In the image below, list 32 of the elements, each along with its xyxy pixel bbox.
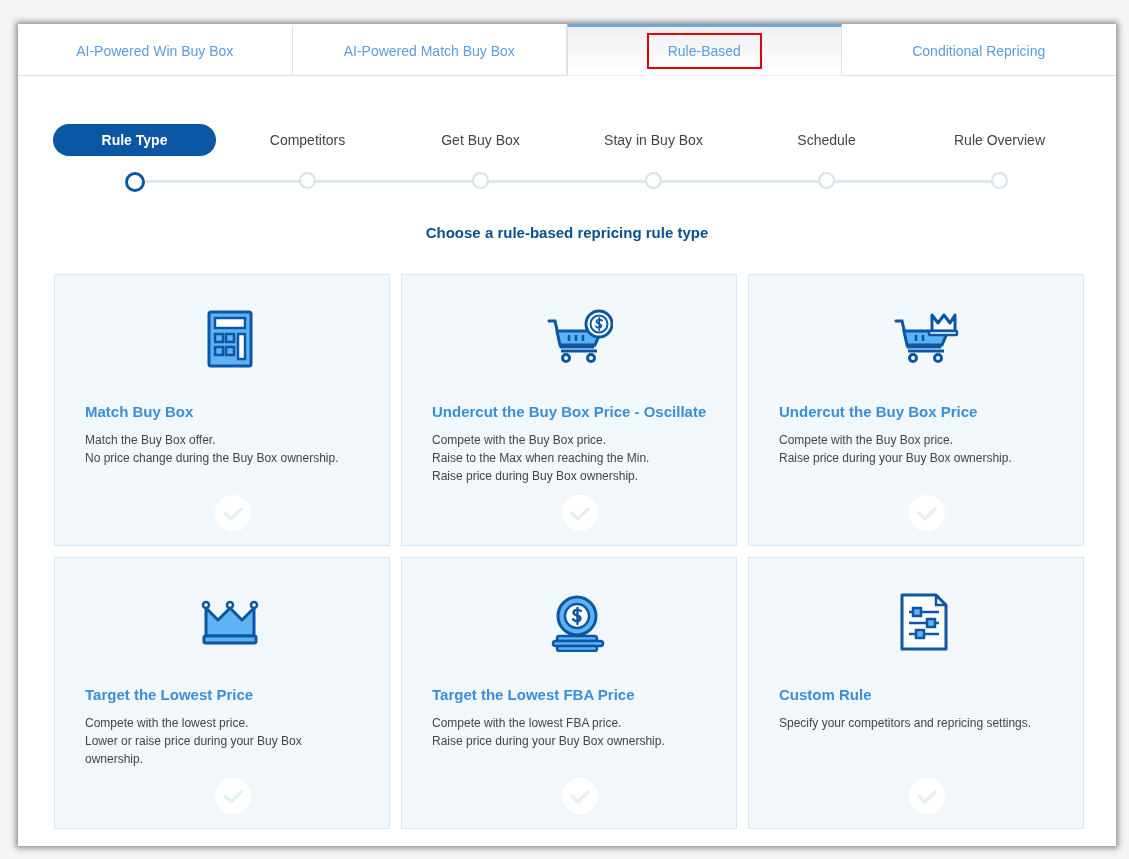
card-title: Match Buy Box	[85, 403, 195, 420]
rule-card[interactable]: Target the Lowest FBA Price Compete with the lowest FBA price. Raise price during your Buy Box ownership.	[401, 557, 737, 829]
rule-card[interactable]: Target the Lowest Price Compete with the lowest price. Lower or raise price during your Buy Box ownership.	[54, 557, 390, 829]
step-label[interactable]: Schedule	[777, 124, 876, 156]
section-heading: Choose a rule-based repricing rule type	[424, 224, 710, 241]
card-description: No price change during the Buy Box ownership.	[85, 450, 340, 467]
step-label[interactable]: Stay in Buy Box	[584, 124, 723, 156]
step-pill[interactable]: Rule Type	[52, 124, 217, 156]
card-description: Compete with the Buy Box price.	[432, 432, 608, 449]
card-description: Raise price during Buy Box ownership.	[432, 468, 640, 485]
rule-card[interactable]: Undercut the Buy Box Price Compete with the Buy Box price. Raise price during your Buy Box ownership.	[748, 274, 1084, 546]
card-title: Target the Lowest Price	[85, 686, 255, 703]
rule-card[interactable]: Undercut the Buy Box Price - Oscillate Compete with the Buy Box price. Raise to the Max when reaching the Min. Raise price during Buy Box ownership.	[401, 274, 737, 546]
step-label[interactable]: Get Buy Box	[421, 124, 540, 156]
highlight-frame: Rule-Based	[646, 33, 762, 69]
card-description: Compete with the lowest price.	[85, 715, 250, 732]
card-description: Raise price during your Buy Box ownership.	[779, 450, 1013, 467]
card-description: Specify your competitors and repricing settings.	[779, 715, 1033, 732]
card-title: Target the Lowest FBA Price	[432, 686, 636, 703]
rule-card[interactable]: Custom Rule Specify your competitors and repricing settings.	[748, 557, 1084, 829]
card-description: Lower or raise price during your Buy Box ownership.	[85, 733, 303, 768]
card-title: Custom Rule	[779, 686, 873, 703]
card-title: Undercut the Buy Box Price - Oscillate	[432, 403, 708, 420]
card-description: Match the Buy Box offer.	[85, 432, 217, 449]
card-title: Undercut the Buy Box Price	[779, 403, 979, 420]
step-label[interactable]: Rule Overview	[934, 124, 1065, 156]
card-description: Raise to the Max when reaching the Min.	[432, 450, 651, 467]
step-label[interactable]: Competitors	[249, 124, 366, 156]
card-description: Raise price during your Buy Box ownership.	[432, 733, 666, 750]
card-description: Compete with the Buy Box price.	[779, 432, 955, 449]
card-description: Compete with the lowest FBA price.	[432, 715, 623, 732]
rule-card[interactable]: Match Buy Box Match the Buy Box offer. No price change during the Buy Box ownership.	[54, 274, 390, 546]
